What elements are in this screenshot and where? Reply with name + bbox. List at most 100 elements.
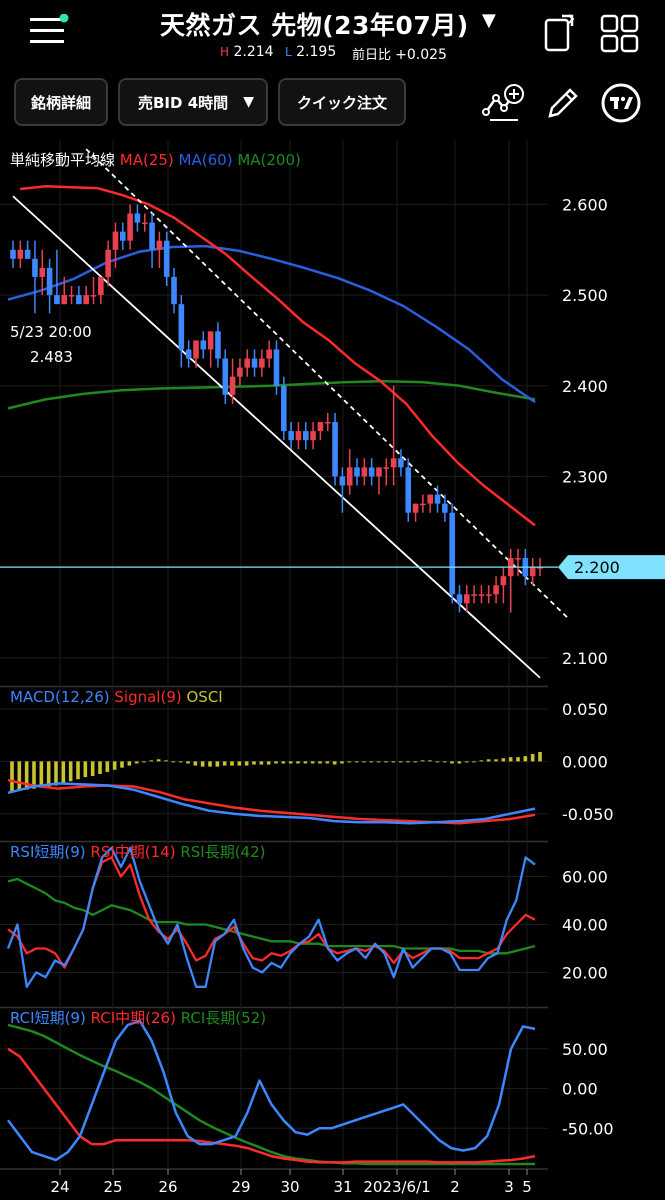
y-tick-label: 50.00	[562, 1040, 608, 1059]
add-drawing-icon[interactable]	[482, 82, 526, 124]
osci-bar	[325, 761, 330, 764]
candle-body	[251, 358, 258, 368]
osci-bar	[90, 761, 95, 777]
osci-bar	[178, 761, 183, 763]
osci-bar	[538, 751, 542, 762]
osci-bar	[303, 761, 308, 764]
candle-body	[215, 331, 221, 359]
quick-order-button[interactable]: クイック注文	[278, 78, 406, 126]
macd-line	[7, 782, 536, 825]
details-button[interactable]: 銘柄詳細	[14, 78, 108, 126]
y-tick-label: 2.300	[562, 467, 608, 486]
candle-body	[464, 594, 470, 604]
candle-body	[310, 431, 316, 441]
osci-bar	[347, 761, 352, 763]
osci-bar	[420, 760, 425, 762]
legend-entry: OSCI	[186, 688, 222, 706]
osci-bar	[340, 761, 344, 764]
candle-body	[420, 503, 426, 506]
osci-bar	[259, 761, 264, 765]
osci-bar	[464, 761, 469, 763]
rci-short-line	[7, 1019, 536, 1162]
candle-body	[324, 422, 331, 424]
candle-body	[529, 567, 536, 577]
candle-body	[339, 476, 346, 486]
osci-bar	[369, 761, 374, 763]
osci-bar	[252, 761, 256, 765]
y-tick-label: -0.050	[562, 805, 614, 824]
panel-legend: 単純移動平均線 MA(25) MA(60) MA(200)	[10, 151, 301, 169]
osci-bar	[310, 761, 315, 764]
y-tick-label: 0.000	[562, 752, 608, 771]
osci-bar	[186, 761, 190, 764]
osci-bar	[54, 761, 58, 786]
osci-bar	[442, 761, 447, 763]
candle-body	[222, 358, 229, 395]
candle-body	[478, 594, 485, 596]
menu-icon[interactable]	[28, 14, 72, 48]
tradingview-icon[interactable]	[600, 82, 642, 124]
x-tick-label: 24	[50, 1178, 69, 1196]
candle-body	[273, 349, 280, 386]
rci-panel: 50.00 0.00 -50.00 RCI短期(9) RCI中期(26) RCI長期(…	[7, 1009, 614, 1166]
candle-body	[427, 494, 434, 504]
candle-body	[259, 358, 265, 368]
pencil-icon[interactable]	[544, 84, 580, 122]
osci-bar	[479, 760, 484, 762]
candle-body	[149, 222, 155, 250]
candle-body	[266, 349, 272, 359]
chart-area[interactable]: 2.6002.5002.4002.3002.2002.1002.200単純移動平…	[0, 140, 665, 1200]
price-panel: 2.6002.5002.4002.3002.2002.1002.200単純移動平…	[0, 148, 665, 679]
osci-bar	[200, 761, 205, 767]
candle-body	[178, 304, 185, 350]
candle-body	[112, 231, 119, 250]
osci-bar	[156, 759, 161, 762]
toolbar: 銘柄詳細 売BID 4時間 ▼ クイック注文	[0, 72, 665, 134]
osci-bar	[354, 761, 359, 763]
x-tick-label: 26	[158, 1178, 177, 1196]
candle-body	[288, 431, 294, 441]
osci-bar	[472, 761, 476, 763]
bid-timeframe-label: 売BID 4時間	[138, 93, 229, 112]
x-tick-label: 2	[450, 1178, 460, 1196]
osci-bar	[266, 761, 271, 765]
grid-icon[interactable]	[600, 14, 640, 54]
osci-bar	[68, 761, 73, 782]
osci-bar	[244, 761, 249, 766]
osci-bar	[398, 761, 403, 763]
osci-bar	[530, 754, 535, 762]
osci-bar	[501, 758, 506, 762]
osci-bar	[61, 761, 66, 784]
y-tick-label: 2.400	[562, 377, 608, 396]
x-tick-label: 3	[504, 1178, 514, 1196]
y-tick-label: 0.050	[562, 700, 608, 719]
high-value: H 2.214	[220, 44, 274, 60]
osci-bar	[127, 761, 132, 766]
osci-bar	[142, 761, 146, 763]
candle-body	[105, 249, 111, 277]
osci-bar	[208, 761, 212, 767]
osci-bar	[105, 761, 110, 772]
candle-body	[332, 422, 338, 477]
y-tick-label: 40.00	[562, 916, 608, 935]
rsi-short-line	[6, 846, 536, 988]
osci-bar	[134, 761, 139, 764]
rotate-screen-icon[interactable]	[540, 12, 580, 54]
change-value: 前日比 +0.025	[352, 47, 447, 63]
legend-entry: Signal(9)	[114, 688, 186, 706]
rsi-panel: 60.00 40.00 20.00 RSI短期(9) RSI中期(14) RSI長期(…	[6, 843, 608, 988]
bid-timeframe-select[interactable]: 売BID 4時間 ▼	[118, 78, 268, 126]
candle-body	[46, 267, 53, 296]
low-value: L 2.195	[285, 44, 337, 60]
osci-bar	[332, 761, 337, 765]
candle-body	[200, 340, 207, 350]
candle-body	[244, 358, 251, 368]
legend-entry: RCI中期(26)	[91, 1009, 181, 1027]
osci-bar	[112, 761, 117, 770]
candle-body	[500, 576, 507, 586]
candle-body	[471, 594, 477, 596]
dropdown-caret-icon[interactable]: ▼	[482, 10, 496, 31]
legend-entry: RCI短期(9)	[10, 1009, 91, 1027]
instrument-title[interactable]: 天然ガス 先物(23年07月)	[160, 6, 469, 42]
candle-body	[24, 249, 31, 259]
